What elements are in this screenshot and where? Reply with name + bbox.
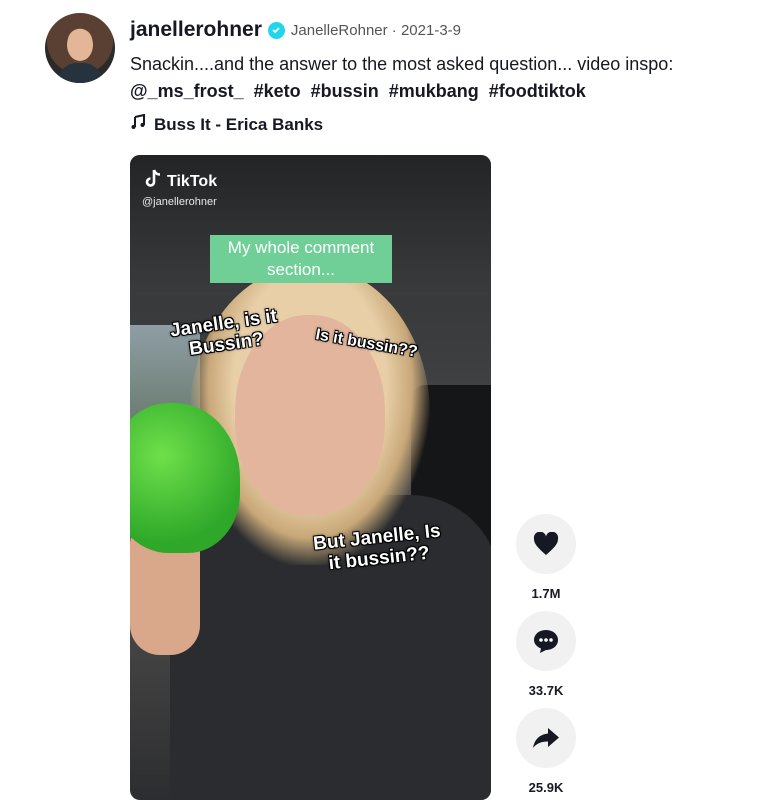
comment-button[interactable] <box>516 611 576 671</box>
like-count: 1.7M <box>531 586 561 601</box>
comment-action: 33.7K <box>516 611 576 698</box>
author-nickname-date: JanelleRohner · 2021-3-9 <box>291 22 461 39</box>
author-avatar[interactable] <box>45 13 115 83</box>
tiktok-watermark: TikTok <box>144 169 217 194</box>
watermark-handle: @janellerohner <box>142 196 217 208</box>
hashtag-list: @_ms_frost_ #keto #bussin #mukbang #food… <box>130 78 748 105</box>
avatar-face <box>67 29 93 61</box>
music-note-icon <box>130 113 146 135</box>
video-description: Snackin....and the answer to the most as… <box>130 54 674 74</box>
share-action: 25.9K <box>516 708 576 795</box>
caption-text: My whole comment section... <box>210 235 392 283</box>
tiktok-logo-icon <box>144 169 162 194</box>
hashtag-link[interactable]: #foodtiktok <box>489 81 586 101</box>
comment-count: 33.7K <box>528 683 564 698</box>
action-bar: 1.7M 33.7K 25.9K <box>516 514 576 805</box>
verified-badge-icon <box>267 21 285 39</box>
post-date: 2021-3-9 <box>400 21 462 39</box>
author-line: janellerohner JanelleRohner · 2021-3-9 <box>130 14 748 46</box>
meta-separator: · <box>387 21 401 39</box>
avatar-shirt <box>57 63 103 83</box>
comment-icon <box>534 630 558 653</box>
share-icon <box>533 728 559 748</box>
watermark-logo-text: TikTok <box>167 172 218 190</box>
music-link[interactable]: Buss It - Erica Banks <box>130 113 748 135</box>
author-nickname: JanelleRohner <box>290 21 388 39</box>
heart-icon <box>533 532 559 555</box>
share-count: 25.9K <box>528 780 564 795</box>
comment-caption-box: My whole comment section... <box>210 235 392 283</box>
like-action: 1.7M <box>516 514 576 601</box>
mention-link[interactable]: @_ms_frost_ <box>130 81 244 101</box>
share-button[interactable] <box>516 708 576 768</box>
hashtag-link[interactable]: #bussin <box>311 81 379 101</box>
video-player[interactable]: TikTok @janellerohner My whole comment s… <box>130 155 491 800</box>
author-unique-id[interactable]: janellerohner <box>130 18 262 42</box>
like-button[interactable] <box>516 514 576 574</box>
post-header: janellerohner JanelleRohner · 2021-3-9 S… <box>130 14 748 135</box>
hashtag-link[interactable]: #mukbang <box>389 81 479 101</box>
hashtag-link[interactable]: #keto <box>254 81 301 101</box>
music-title: Buss It - Erica Banks <box>154 114 324 134</box>
